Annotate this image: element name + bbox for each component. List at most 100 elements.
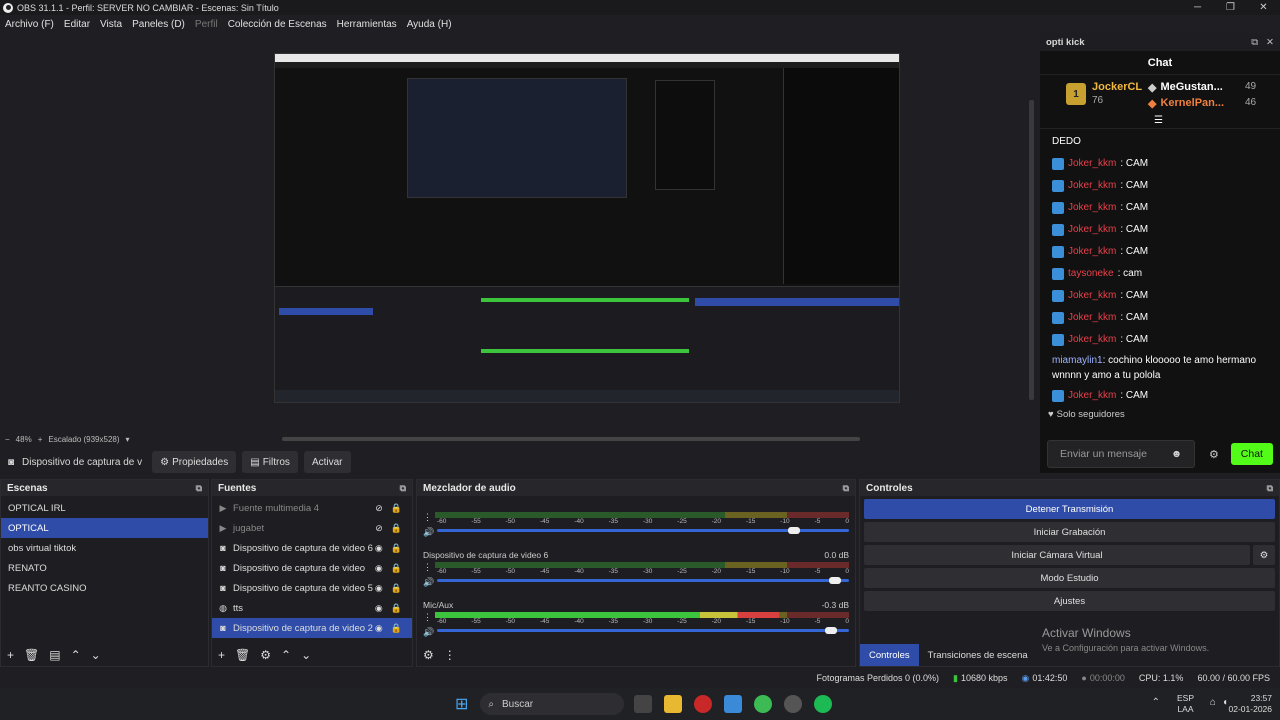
- eye-icon[interactable]: ◉: [375, 603, 383, 614]
- more-options-icon[interactable]: ⋮: [423, 512, 432, 523]
- source-item-selected[interactable]: ◙ Dispositivo de captura de video 2 ◉ 🔒: [212, 618, 412, 638]
- advanced-audio-icon[interactable]: ⚙: [423, 648, 434, 662]
- undock-icon[interactable]: ⧉: [843, 483, 849, 494]
- spotify-icon[interactable]: [814, 695, 833, 713]
- chat-username[interactable]: Joker_kkm: [1068, 307, 1116, 329]
- studio-mode-button[interactable]: Modo Estudio: [864, 568, 1275, 588]
- speaker-icon[interactable]: 🔊: [423, 527, 434, 538]
- volume-slider[interactable]: [437, 627, 849, 634]
- tab-scene-transitions[interactable]: Transiciones de escena: [919, 644, 1037, 666]
- lock-icon[interactable]: 🔒: [391, 543, 402, 554]
- lock-icon[interactable]: 🔒: [391, 603, 402, 614]
- chrome-icon[interactable]: [754, 695, 773, 713]
- tab-controls[interactable]: Controles: [860, 644, 919, 666]
- expand-icon[interactable]: ☰: [1154, 115, 1163, 126]
- emoji-icon[interactable]: ☻: [1171, 448, 1182, 460]
- chat-username[interactable]: Joker_kkm: [1068, 197, 1116, 219]
- lock-icon[interactable]: 🔒: [391, 503, 402, 514]
- gear-icon[interactable]: ⚙: [1253, 545, 1275, 565]
- file-explorer-icon[interactable]: [664, 695, 683, 713]
- opera-icon[interactable]: [694, 695, 713, 713]
- maximize-button[interactable]: ❐: [1214, 0, 1247, 15]
- more-options-icon[interactable]: ⋮: [444, 648, 456, 662]
- undock-icon[interactable]: ⧉: [196, 483, 202, 494]
- slider-handle[interactable]: [824, 627, 837, 634]
- speaker-icon[interactable]: 🔊: [423, 577, 434, 588]
- more-options-icon[interactable]: ⋮: [423, 562, 432, 573]
- menu-perfil[interactable]: Perfil: [195, 19, 218, 30]
- source-item[interactable]: ◙ Dispositivo de captura de video ◉ 🔒: [212, 558, 412, 578]
- clock-time[interactable]: 23:57: [1229, 693, 1272, 704]
- network-icon[interactable]: ⌂: [1210, 697, 1216, 708]
- zoom-out-button[interactable]: −: [5, 435, 10, 444]
- slider-handle[interactable]: [828, 577, 841, 584]
- add-source-icon[interactable]: +: [218, 648, 225, 662]
- source-item[interactable]: ◙ Dispositivo de captura de video 6 ◉ 🔒: [212, 538, 412, 558]
- settings-button[interactable]: Ajustes: [864, 591, 1275, 611]
- lock-icon[interactable]: 🔒: [391, 523, 402, 534]
- undock-icon[interactable]: ⧉: [400, 483, 406, 494]
- app-icon[interactable]: [724, 695, 743, 713]
- volume-slider[interactable]: [437, 577, 849, 584]
- start-recording-button[interactable]: Iniciar Grabación: [864, 522, 1275, 542]
- activate-button[interactable]: Activar: [303, 451, 351, 473]
- trash-icon[interactable]: 🗑: [24, 648, 39, 662]
- scene-item-selected[interactable]: OPTICAL: [1, 518, 208, 538]
- eye-icon[interactable]: ◉: [375, 543, 383, 554]
- chevron-up-icon[interactable]: ⌃: [71, 648, 81, 662]
- chevron-down-icon[interactable]: ⌄: [301, 648, 311, 662]
- gear-icon[interactable]: ⚙: [260, 648, 271, 662]
- lock-icon[interactable]: 🔒: [391, 583, 402, 594]
- volume-icon[interactable]: ◖: [1222, 697, 1228, 708]
- chat-username[interactable]: Joker_kkm: [1068, 219, 1116, 241]
- add-scene-icon[interactable]: +: [7, 648, 14, 662]
- source-item[interactable]: ▶ Fuente multimedia 4 ⊘ 🔒: [212, 498, 412, 518]
- menu-vista[interactable]: Vista: [100, 19, 122, 30]
- task-view-icon[interactable]: [634, 695, 653, 713]
- chevron-down-icon[interactable]: ⌄: [91, 648, 101, 662]
- filters-button[interactable]: ▤ Filtros: [242, 451, 298, 473]
- preview-horizontal-scrollbar[interactable]: [282, 437, 860, 441]
- tray-chevron-up-icon[interactable]: ⌃: [1152, 697, 1160, 708]
- windows-start-icon[interactable]: ⊞: [455, 694, 468, 714]
- scene-item[interactable]: obs virtual tiktok: [1, 538, 208, 558]
- source-item[interactable]: ◙ Dispositivo de captura de video 5 ◉ 🔒: [212, 578, 412, 598]
- chat-username[interactable]: Joker_kkm: [1068, 175, 1116, 197]
- chat-username[interactable]: Joker_kkm: [1068, 329, 1116, 351]
- eye-hidden-icon[interactable]: ⊘: [375, 523, 383, 534]
- eye-hidden-icon[interactable]: ⊘: [375, 503, 383, 514]
- scene-item[interactable]: OPTICAL IRL: [1, 498, 208, 518]
- lock-icon[interactable]: 🔒: [391, 623, 402, 634]
- undock-icon[interactable]: ⧉: [1251, 37, 1258, 48]
- eye-icon[interactable]: ◉: [375, 563, 383, 574]
- properties-button[interactable]: ⚙ Propiedades: [152, 451, 237, 473]
- slider-handle[interactable]: [787, 527, 800, 534]
- taskbar-search[interactable]: ⌕ Buscar: [480, 693, 625, 715]
- send-chat-button[interactable]: Chat: [1230, 443, 1273, 465]
- minimize-button[interactable]: ─: [1181, 0, 1214, 15]
- volume-slider[interactable]: [437, 527, 849, 534]
- filter-icon[interactable]: ▤: [49, 648, 60, 662]
- menu-paneles[interactable]: Paneles (D): [132, 19, 185, 30]
- menu-archivo[interactable]: Archivo (F): [5, 19, 54, 30]
- source-item[interactable]: ◍ tts ◉ 🔒: [212, 598, 412, 618]
- language-code[interactable]: ESP: [1177, 693, 1194, 704]
- chat-username[interactable]: Joker_kkm: [1068, 241, 1116, 263]
- start-virtual-camera-button[interactable]: Iniciar Cámara Virtual: [864, 545, 1250, 565]
- menu-herramientas[interactable]: Herramientas: [337, 19, 397, 30]
- gear-icon[interactable]: ⚙: [1209, 448, 1219, 461]
- eye-icon[interactable]: ◉: [375, 583, 383, 594]
- source-item[interactable]: ▶ jugabet ⊘ 🔒: [212, 518, 412, 538]
- trash-icon[interactable]: 🗑: [235, 648, 250, 662]
- chevron-up-icon[interactable]: ⌃: [281, 648, 291, 662]
- menu-ayuda[interactable]: Ayuda (H): [407, 19, 452, 30]
- scene-item[interactable]: RENATO: [1, 558, 208, 578]
- undock-icon[interactable]: ⧉: [1267, 483, 1273, 494]
- stop-streaming-button[interactable]: Detener Transmisión: [864, 499, 1275, 519]
- chat-username[interactable]: miamaylin1: [1052, 355, 1103, 366]
- menu-editar[interactable]: Editar: [64, 19, 90, 30]
- close-button[interactable]: ✕: [1247, 0, 1280, 15]
- chat-username[interactable]: Joker_kkm: [1068, 285, 1116, 307]
- preview-vertical-scrollbar[interactable]: [1029, 100, 1034, 400]
- scene-item[interactable]: REANTO CASINO: [1, 578, 208, 598]
